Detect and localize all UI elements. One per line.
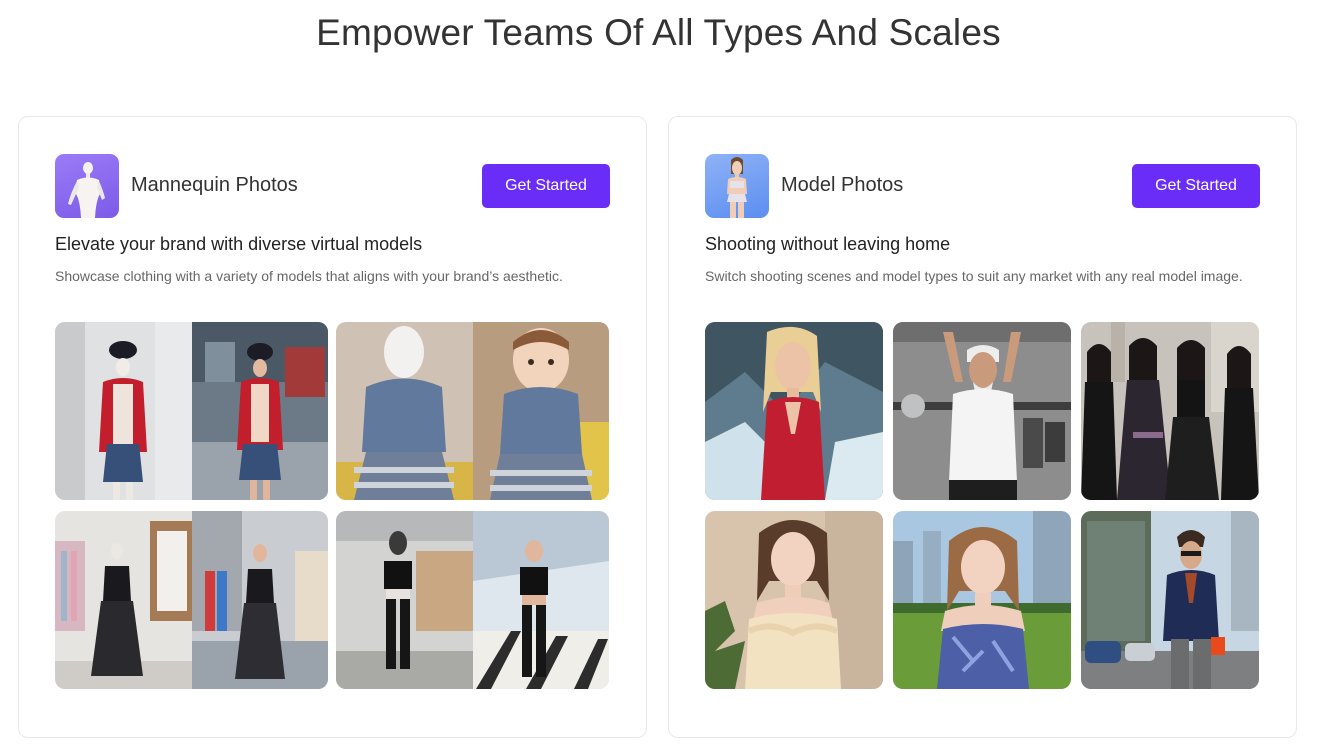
photo-older-man-gym[interactable] (893, 322, 1071, 500)
card-header: Model Photos Get Started (705, 154, 1260, 218)
get-started-button[interactable]: Get Started (482, 164, 610, 208)
photo-floral-top-park[interactable] (893, 511, 1071, 689)
get-started-button[interactable]: Get Started (1132, 164, 1260, 208)
photo-corset-dress-store[interactable] (55, 511, 328, 689)
card-title: Mannequin Photos (131, 174, 298, 196)
model-photo-grid (705, 322, 1259, 689)
page-title: Empower Teams Of All Types And Scales (316, 12, 1001, 53)
mannequin-icon (55, 154, 119, 218)
photo-red-cardigan-mannequin[interactable] (55, 322, 328, 500)
photo-red-dress-ice[interactable] (705, 322, 883, 500)
model-icon (705, 154, 769, 218)
card-description: Showcase clothing with a variety of mode… (55, 268, 563, 284)
photo-baby-knit-cardigan[interactable] (336, 322, 609, 500)
model-photos-card: Model Photos Get Started Shooting withou… (668, 116, 1297, 738)
card-title: Model Photos (781, 174, 904, 196)
card-heading: Shooting without leaving home (705, 234, 951, 254)
mannequin-photo-grid (55, 322, 609, 689)
photo-navy-blazer-street[interactable] (1081, 511, 1259, 689)
photo-group-black-outfits[interactable] (1081, 322, 1259, 500)
card-description: Switch shooting scenes and model types t… (705, 268, 1243, 284)
card-heading: Elevate your brand with diverse virtual … (55, 234, 423, 254)
photo-crop-top-leggings[interactable] (336, 511, 609, 689)
mannequin-photos-card: Mannequin Photos Get Started Elevate you… (18, 116, 647, 738)
card-header: Mannequin Photos Get Started (55, 154, 610, 218)
photo-ruffled-top-portrait[interactable] (705, 511, 883, 689)
